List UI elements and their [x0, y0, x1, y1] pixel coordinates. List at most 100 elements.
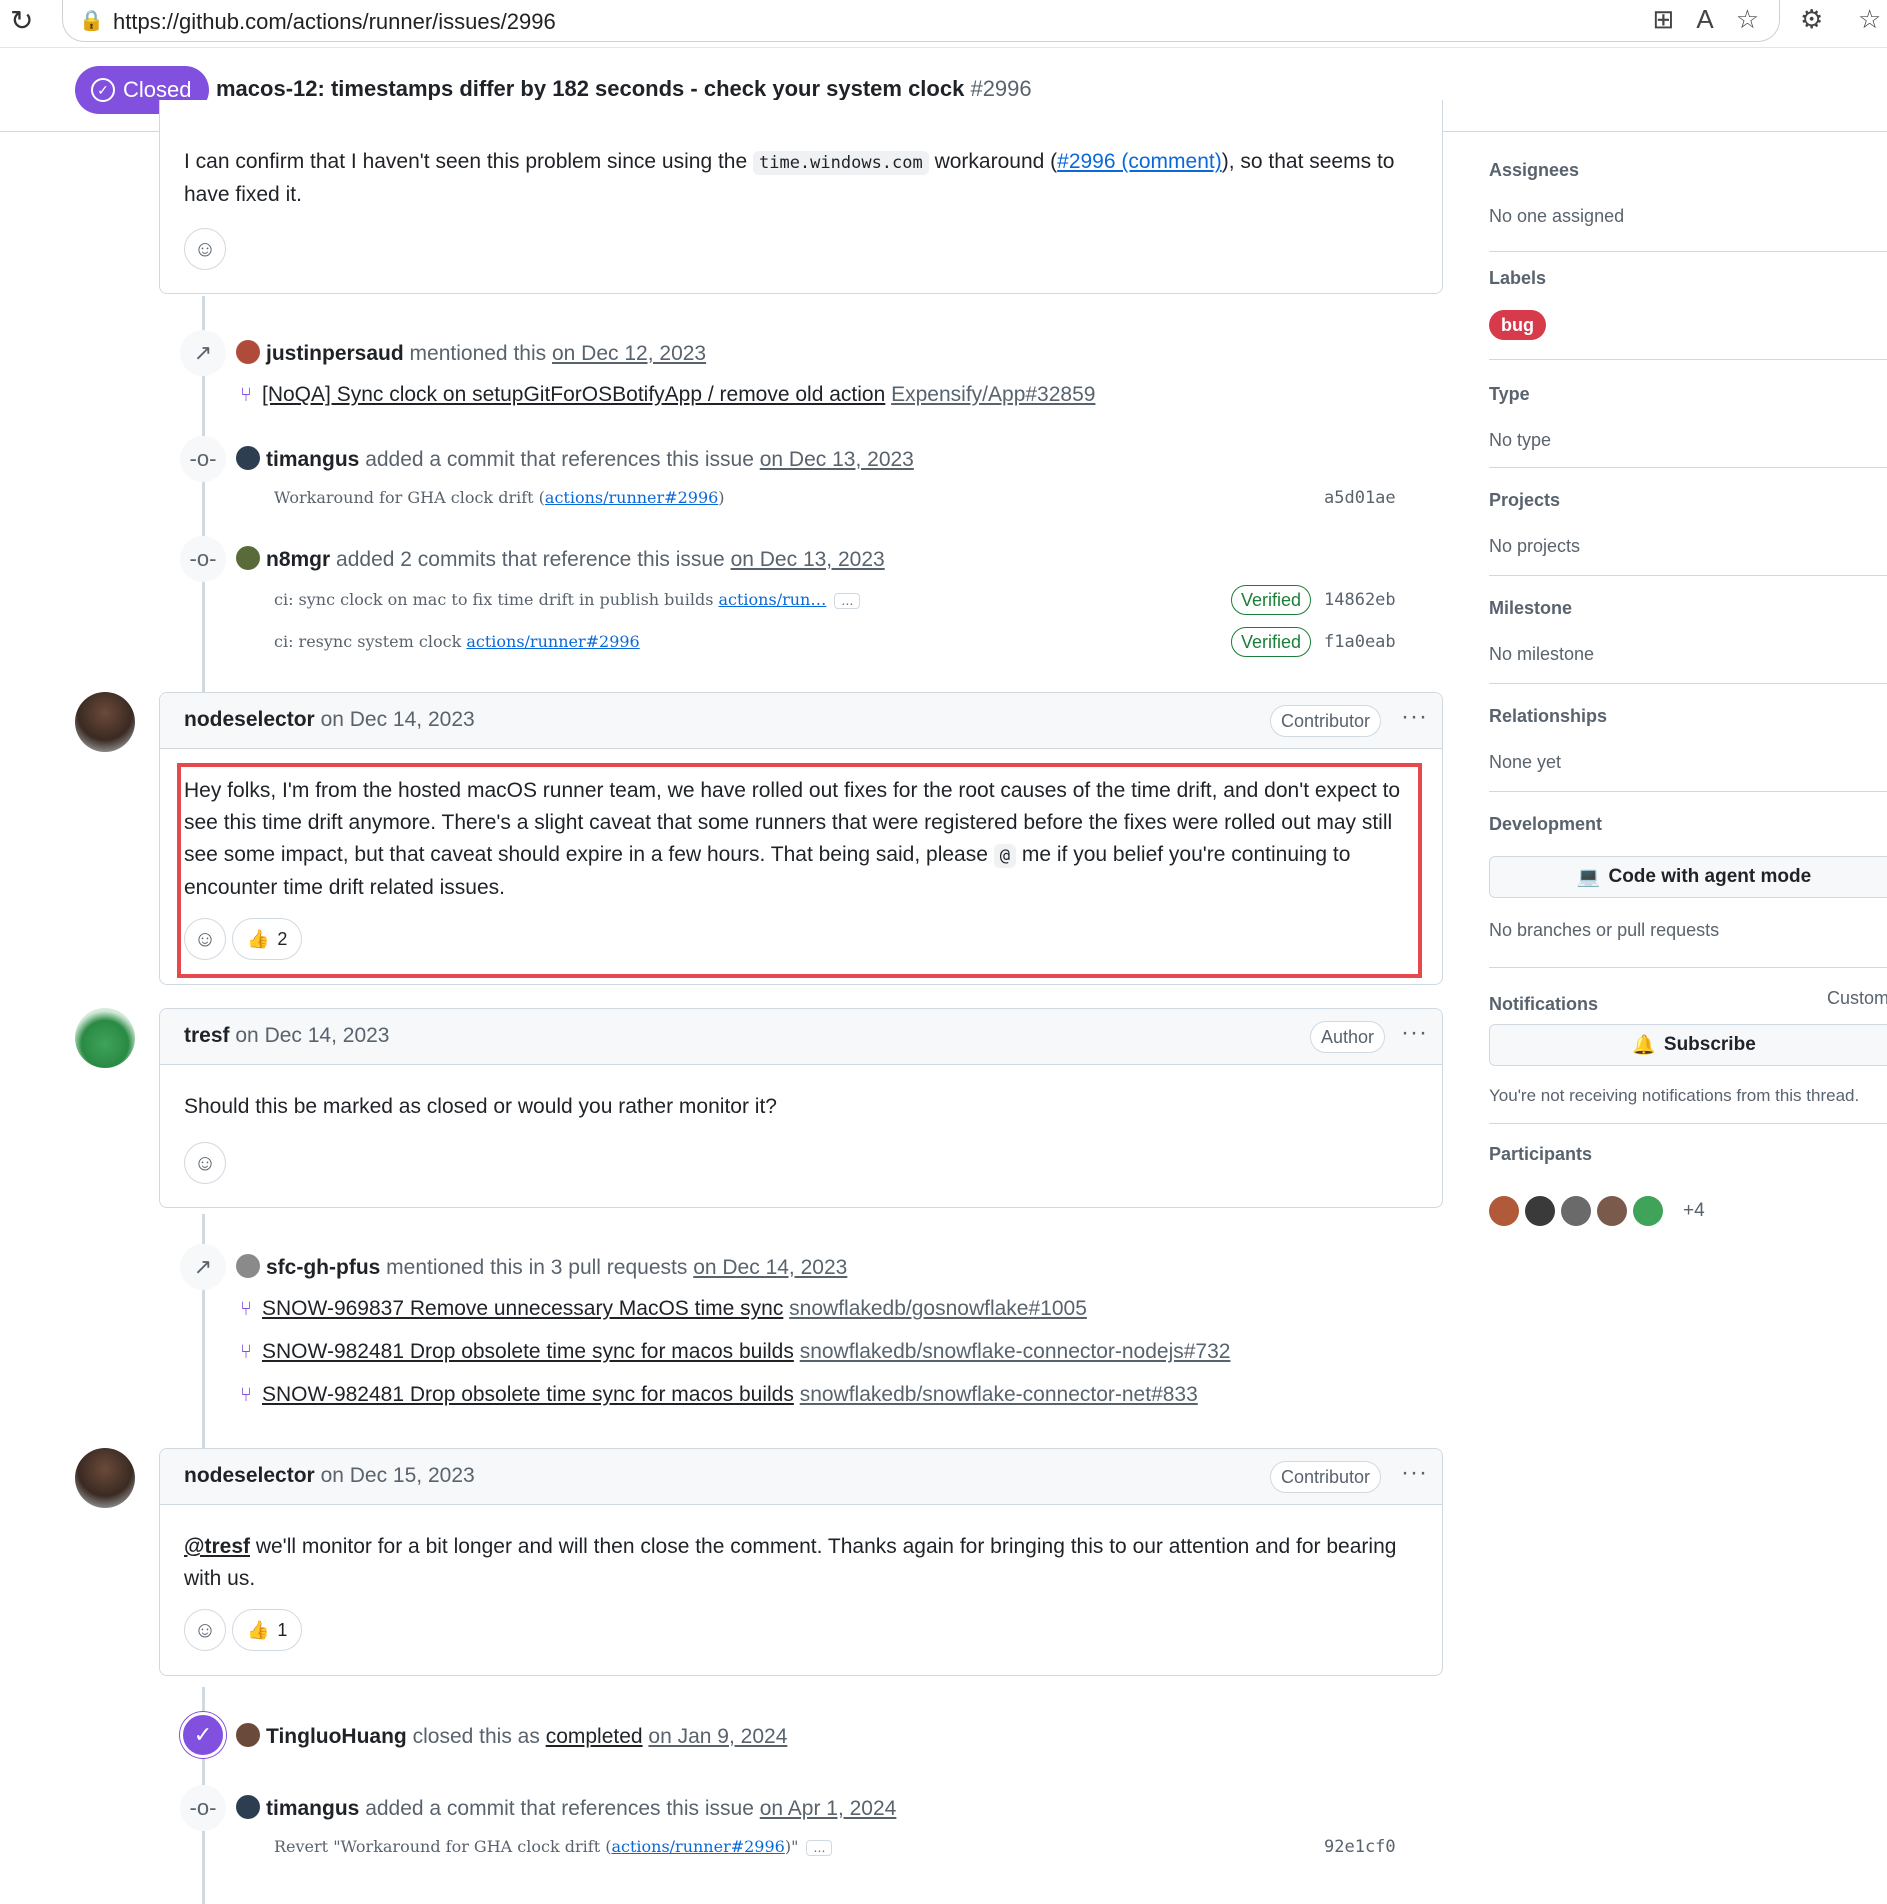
sidebar-heading[interactable]: Development: [1489, 814, 1602, 835]
more-options-icon[interactable]: ···: [1401, 1459, 1428, 1487]
extensions-icon[interactable]: ⚙: [1800, 4, 1823, 35]
comment-date[interactable]: on Dec 14, 2023: [235, 1024, 389, 1047]
comment-author[interactable]: nodeselector: [184, 708, 315, 731]
avatar[interactable]: [75, 1448, 135, 1508]
reload-icon[interactable]: ↻: [10, 4, 33, 37]
comment-author-line: tresf on Dec 14, 2023: [184, 1024, 390, 1048]
sidebar-labels: Labels bug: [1489, 252, 1887, 360]
sidebar-heading[interactable]: Relationships: [1489, 706, 1607, 727]
comment-body: @tresf we'll monitor for a bit longer an…: [184, 1535, 1397, 1590]
pull-request-reference[interactable]: ⑂ SNOW-982481 Drop obsolete time sync for…: [240, 1340, 1230, 1364]
notifications-custom-button[interactable]: Custom: [1827, 988, 1887, 1009]
commit-sha[interactable]: 14862eb: [1324, 590, 1396, 610]
avatar[interactable]: [236, 1723, 260, 1747]
comment-link[interactable]: #2996 (comment): [1057, 150, 1222, 173]
sidebar-participants: Participants +4: [1489, 1124, 1887, 1264]
pull-request-reference[interactable]: ⑂ SNOW-969837 Remove unnecessary MacOS ti…: [240, 1297, 1087, 1321]
event-user[interactable]: timangus: [266, 448, 359, 471]
pull-request-reference[interactable]: ⑂ SNOW-982481 Drop obsolete time sync for…: [240, 1383, 1198, 1407]
sidebar-assignees: Assignees No one assigned: [1489, 132, 1887, 252]
sidebar-value: No projects: [1489, 536, 1581, 556]
url-text[interactable]: https://github.com/actions/runner/issues…: [113, 9, 556, 35]
apps-icon[interactable]: ⊞: [1653, 4, 1675, 35]
subscribe-button[interactable]: 🔔 Subscribe: [1489, 1024, 1887, 1066]
star-icon[interactable]: ☆: [1736, 4, 1759, 35]
event-user[interactable]: sfc-gh-pfus: [266, 1256, 380, 1279]
comment-author-line: nodeselector on Dec 14, 2023: [184, 708, 475, 732]
comment-author[interactable]: nodeselector: [184, 1464, 315, 1487]
highlight-annotation: [177, 763, 1422, 978]
avatar[interactable]: [236, 546, 260, 570]
avatar[interactable]: [236, 1795, 260, 1819]
commit-sha[interactable]: a5d01ae: [1324, 488, 1396, 508]
sidebar-milestone: Milestone No milestone: [1489, 576, 1887, 684]
label-bug[interactable]: bug: [1489, 310, 1546, 340]
sidebar-value: You're not receiving notifications from …: [1489, 1086, 1860, 1105]
event-user[interactable]: TingluoHuang: [266, 1725, 407, 1748]
browser-toolbar: ↻ 🔒 https://github.com/actions/runner/is…: [0, 0, 1887, 48]
expand-commit-button[interactable]: …: [834, 593, 861, 609]
avatar[interactable]: [75, 1008, 135, 1068]
event-user[interactable]: n8mgr: [266, 548, 330, 571]
avatar[interactable]: [1525, 1196, 1555, 1226]
event-date[interactable]: on Dec 13, 2023: [731, 548, 885, 571]
comment-author[interactable]: tresf: [184, 1024, 230, 1047]
thumbs-up-reaction[interactable]: 👍 1: [232, 1609, 303, 1651]
event-mention-header: justinpersaud mentioned this on Dec 12, …: [236, 340, 706, 366]
issue-title: macos-12: timestamps differ by 182 secon…: [216, 76, 1032, 101]
avatar[interactable]: [236, 340, 260, 364]
commit-sha[interactable]: f1a0eab: [1324, 632, 1396, 652]
verified-badge[interactable]: Verified: [1231, 627, 1312, 657]
avatar[interactable]: [1597, 1196, 1627, 1226]
close-reason[interactable]: completed: [546, 1725, 643, 1748]
sidebar-heading[interactable]: Type: [1489, 384, 1530, 405]
expand-commit-button[interactable]: …: [806, 1840, 833, 1856]
sidebar-heading[interactable]: Projects: [1489, 490, 1560, 511]
event-date[interactable]: on Jan 9, 2024: [648, 1725, 787, 1748]
git-commit-icon: -o-: [189, 446, 217, 471]
more-participants[interactable]: +4: [1683, 1200, 1705, 1222]
address-bar[interactable]: 🔒 https://github.com/actions/runner/issu…: [62, 0, 1780, 42]
code-with-agent-button[interactable]: 💻 Code with agent mode: [1489, 856, 1887, 898]
event-date[interactable]: on Apr 1, 2024: [760, 1797, 897, 1820]
comment-date[interactable]: on Dec 15, 2023: [321, 1464, 475, 1487]
comment-box: tresf on Dec 14, 2023 Author ··· Should …: [159, 1008, 1443, 1208]
comment-date[interactable]: on Dec 14, 2023: [321, 708, 475, 731]
commit-message[interactable]: Workaround for GHA clock drift (actions/…: [274, 488, 725, 507]
user-mention[interactable]: @tresf: [184, 1535, 250, 1558]
verified-badge[interactable]: Verified: [1231, 585, 1312, 615]
event-user[interactable]: timangus: [266, 1797, 359, 1820]
sidebar-heading: Participants: [1489, 1144, 1593, 1164]
sidebar-heading[interactable]: Labels: [1489, 268, 1546, 289]
more-options-icon[interactable]: ···: [1401, 703, 1428, 731]
pull-request-reference[interactable]: ⑂ [NoQA] Sync clock on setupGitForOSBotif…: [240, 383, 1095, 407]
event-user[interactable]: justinpersaud: [266, 342, 404, 365]
sidebar-heading: Notifications: [1489, 994, 1599, 1014]
sidebar-heading[interactable]: Assignees: [1489, 160, 1579, 181]
favorites-icon[interactable]: ☆: [1858, 4, 1881, 35]
sidebar-heading[interactable]: Milestone: [1489, 598, 1572, 619]
add-reaction-button[interactable]: ☺: [184, 1142, 226, 1184]
avatar[interactable]: [236, 446, 260, 470]
avatar[interactable]: [75, 692, 135, 752]
lock-icon[interactable]: 🔒: [79, 8, 104, 33]
event-date[interactable]: on Dec 12, 2023: [552, 342, 706, 365]
avatar[interactable]: [1633, 1196, 1663, 1226]
event-date[interactable]: on Dec 14, 2023: [693, 1256, 847, 1279]
avatar[interactable]: [1489, 1196, 1519, 1226]
sidebar-value: No milestone: [1489, 644, 1595, 664]
add-reaction-button[interactable]: ☺: [184, 1609, 226, 1651]
event-date[interactable]: on Dec 13, 2023: [760, 448, 914, 471]
commit-message[interactable]: Revert "Workaround for GHA clock drift (…: [274, 1837, 833, 1856]
role-badge: Author: [1310, 1021, 1386, 1053]
avatar[interactable]: [1561, 1196, 1591, 1226]
commit-message[interactable]: ci: sync clock on mac to fix time drift …: [274, 590, 861, 609]
check-circle-icon: ✓: [91, 78, 115, 102]
comment-author-line: nodeselector on Dec 15, 2023: [184, 1464, 475, 1488]
more-options-icon[interactable]: ···: [1401, 1019, 1428, 1047]
commit-sha[interactable]: 92e1cf0: [1324, 1837, 1396, 1857]
add-reaction-button[interactable]: ☺: [184, 228, 226, 270]
commit-message[interactable]: ci: resync system clock actions/runner#2…: [274, 632, 640, 651]
avatar[interactable]: [236, 1254, 260, 1278]
read-aloud-icon[interactable]: A: [1696, 4, 1713, 35]
